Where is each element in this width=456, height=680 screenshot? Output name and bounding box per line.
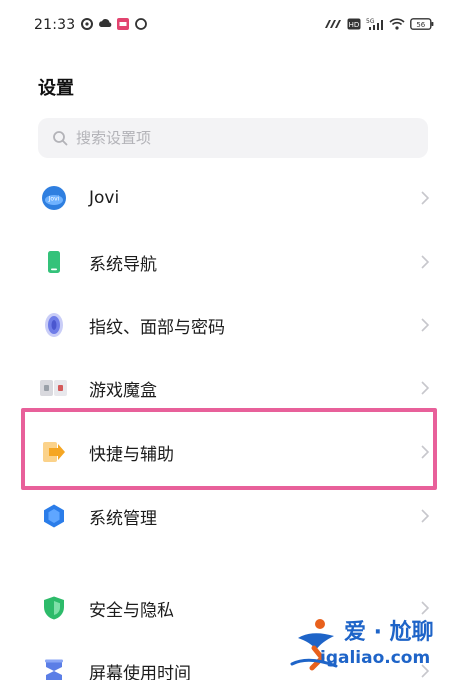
settings-item-label: 指纹、面部与密码	[89, 317, 225, 338]
settings-item-game-box[interactable]: 游戏魔盒	[0, 360, 456, 416]
settings-item-label: 系统导航	[89, 254, 157, 275]
security-shield-icon	[44, 596, 64, 620]
svg-text:Jovi: Jovi	[48, 196, 60, 203]
circle-icon	[135, 18, 147, 30]
battery-icon: 56	[410, 18, 434, 30]
jovi-icon: Jovi	[42, 186, 66, 210]
settings-item-system-navigation[interactable]: 系统导航	[0, 234, 456, 290]
settings-item-system-management[interactable]: 系统管理	[0, 488, 456, 544]
chevron-right-icon	[421, 191, 430, 205]
settings-item-label: 安全与隐私	[89, 600, 174, 621]
page-title: 设置	[38, 78, 74, 99]
system-management-icon	[44, 504, 64, 528]
settings-item-label: 系统管理	[89, 508, 157, 529]
chevron-right-icon	[421, 381, 430, 395]
carrier-icon	[325, 20, 341, 28]
settings-item-label: 屏幕使用时间	[89, 663, 191, 680]
game-box-icon	[40, 380, 67, 396]
settings-item-label: 游戏魔盒	[89, 380, 157, 401]
shortcut-icon	[43, 442, 65, 462]
fingerprint-icon	[45, 313, 63, 337]
search-input[interactable]	[76, 129, 396, 147]
cloud-icon	[99, 19, 112, 27]
settings-item-jovi[interactable]: Jovi Jovi	[0, 170, 456, 226]
svg-text:5G: 5G	[366, 18, 375, 25]
watermark-domain: igaliao.com	[320, 648, 431, 668]
search-bar[interactable]	[38, 118, 428, 158]
signal-5g-icon: 5G	[366, 18, 383, 30]
battery-level: 56	[416, 21, 425, 29]
navigation-icon	[48, 251, 60, 273]
settings-item-label: Jovi	[89, 188, 120, 208]
watermark-title: 爱 · 尬聊	[344, 620, 434, 645]
chevron-right-icon	[421, 255, 430, 269]
svg-text:HD: HD	[349, 21, 360, 29]
app-badge-icon	[117, 18, 129, 30]
wifi-icon	[389, 18, 405, 30]
status-bar: 21:33 HD 5G 56	[0, 0, 456, 52]
status-right-icons: HD 5G 56	[324, 17, 434, 31]
settings-item-fingerprint-face-password[interactable]: 指纹、面部与密码	[0, 297, 456, 353]
chevron-right-icon	[421, 509, 430, 523]
settings-item-shortcuts-accessibility[interactable]: 快捷与辅助	[0, 424, 456, 480]
watermark: 爱 · 尬聊 igaliao.com	[290, 612, 450, 676]
notification-icon	[81, 18, 93, 30]
chevron-right-icon	[421, 445, 430, 459]
screen-time-icon	[45, 659, 63, 680]
status-time: 21:33	[34, 17, 76, 33]
settings-item-label: 快捷与辅助	[89, 444, 174, 465]
search-icon	[53, 131, 68, 146]
status-left-icons	[80, 17, 148, 31]
hd-icon: HD	[347, 18, 361, 30]
chevron-right-icon	[421, 318, 430, 332]
